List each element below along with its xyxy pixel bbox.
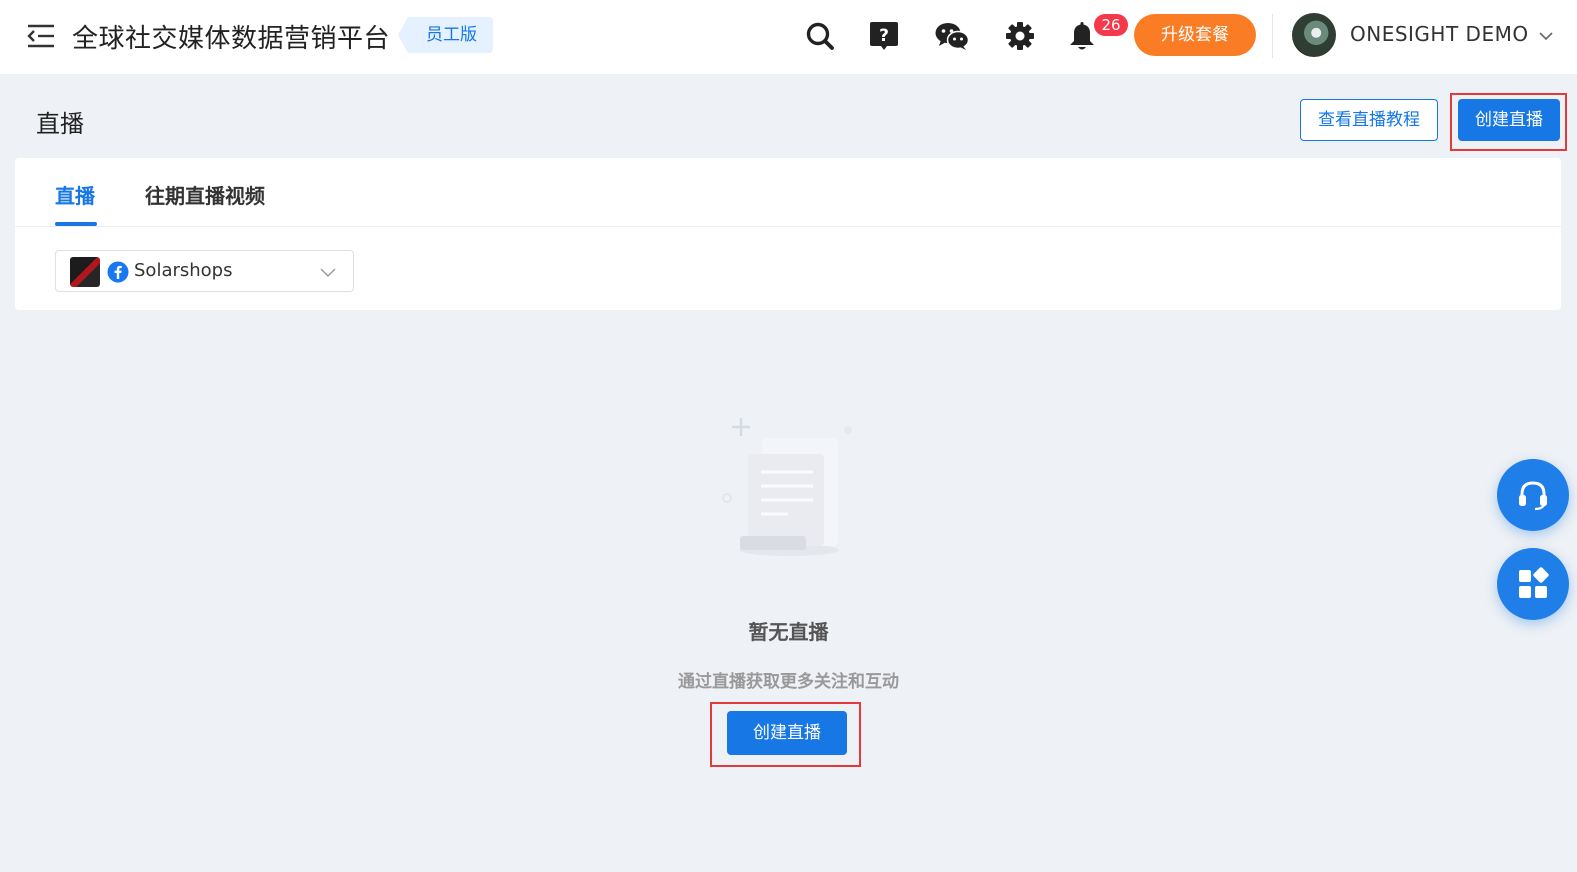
apps-grid-icon[interactable] [1497, 548, 1569, 620]
menu-toggle-icon[interactable] [26, 22, 56, 50]
empty-state-title: 暂无直播 [748, 620, 829, 644]
edition-badge: 员工版 [398, 17, 493, 53]
tab-live[interactable]: 直播 [55, 180, 95, 209]
search-icon[interactable] [800, 16, 840, 56]
svg-text:?: ? [879, 26, 889, 46]
highlight-box [1450, 93, 1567, 151]
settings-icon[interactable] [1000, 16, 1040, 56]
account-name: Solarshops [134, 260, 233, 281]
live-card: 直播 往期直播视频 Solarshops [15, 158, 1561, 310]
facebook-icon [107, 261, 129, 283]
top-bar: 全球社交媒体数据营销平台 员工版 ? 26 升级套餐 ONESIGHT DEMO [0, 0, 1577, 74]
divider [1272, 14, 1273, 58]
empty-state-subtitle: 通过直播获取更多关注和互动 [678, 672, 899, 692]
tutorial-button[interactable]: 查看直播教程 [1300, 99, 1438, 141]
active-tab-indicator [55, 222, 97, 226]
help-icon[interactable]: ? [864, 16, 904, 56]
chevron-down-icon [319, 263, 337, 281]
tab-past-videos[interactable]: 往期直播视频 [145, 180, 265, 209]
tab-bar: 直播 往期直播视频 [15, 158, 1561, 227]
app-title: 全球社交媒体数据营销平台 [72, 24, 391, 54]
headset-icon[interactable] [1497, 459, 1569, 531]
notification-badge: 26 [1094, 14, 1128, 36]
avatar[interactable] [1292, 13, 1336, 57]
account-avatar [70, 257, 100, 287]
account-select[interactable]: Solarshops [55, 250, 354, 292]
empty-document-icon [716, 410, 862, 560]
page-title: 直播 [36, 110, 84, 138]
highlight-box [710, 702, 861, 767]
user-name[interactable]: ONESIGHT DEMO [1350, 22, 1529, 46]
chevron-down-icon[interactable] [1538, 28, 1554, 44]
wechat-icon[interactable] [932, 16, 972, 56]
upgrade-button[interactable]: 升级套餐 [1134, 14, 1256, 56]
